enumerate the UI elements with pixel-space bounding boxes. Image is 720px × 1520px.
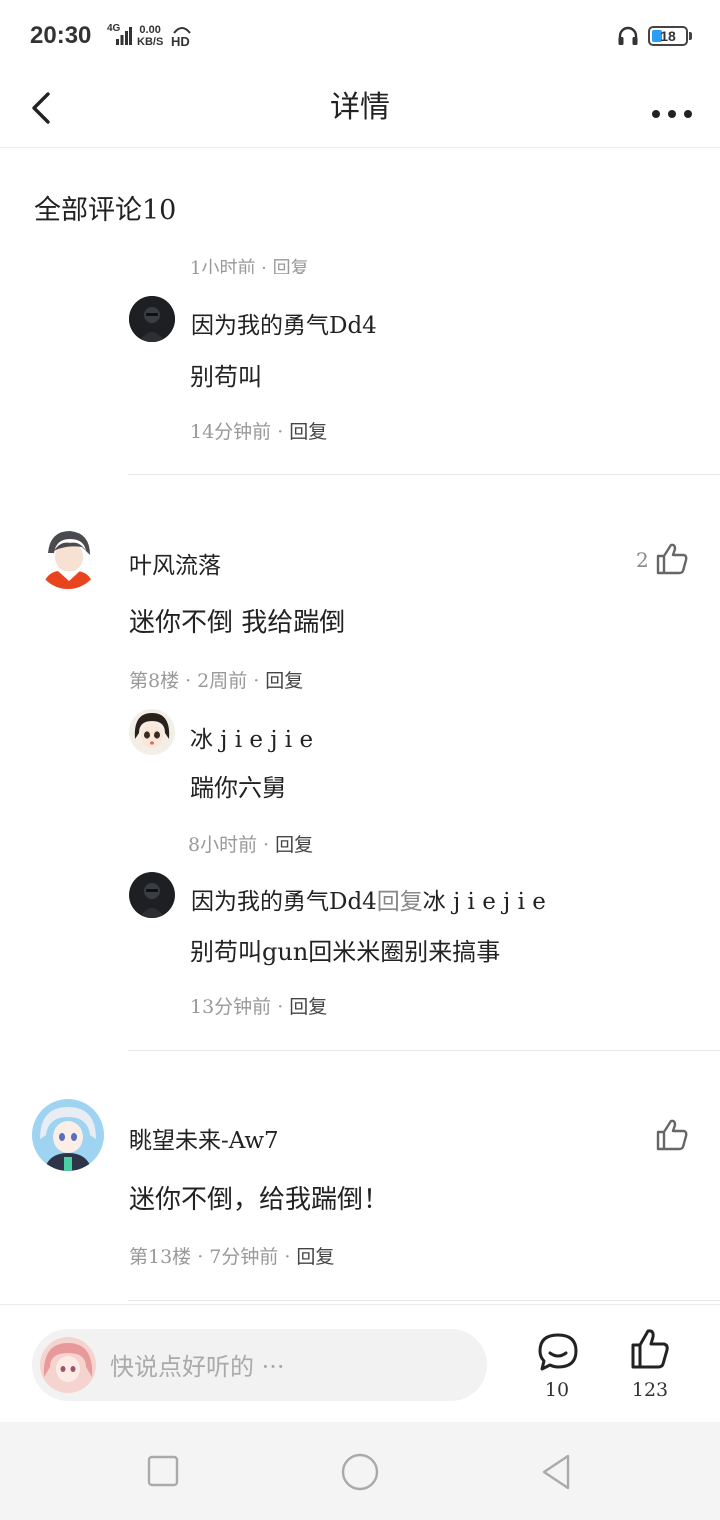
comment-content: 迷你不倒 我给踹倒 bbox=[129, 608, 346, 638]
reply-meta: 13分钟前 · 回复 bbox=[190, 996, 328, 1018]
reply-content: 别苟叫gun回米米圈别来搞事 bbox=[190, 938, 501, 966]
avatar[interactable] bbox=[36, 525, 100, 589]
comment-meta: 第13楼 · 7分钟前 · 回复 bbox=[129, 1246, 335, 1268]
reply-time: 13分钟前 bbox=[190, 996, 272, 1018]
reply-button[interactable]: 回复 bbox=[289, 421, 327, 443]
reply-author[interactable]: 因为我的勇气Dd4 bbox=[191, 889, 377, 915]
reply-meta: 14分钟前 · 回复 bbox=[190, 421, 328, 443]
reply-button[interactable]: 回复 bbox=[289, 996, 327, 1018]
battery-icon: 18 bbox=[648, 26, 688, 46]
network-speed: 0.00 KB/S bbox=[137, 24, 164, 48]
recent-apps-button[interactable] bbox=[146, 1454, 180, 1488]
page-title: 详情 bbox=[330, 90, 390, 125]
avatar[interactable] bbox=[129, 296, 175, 342]
reply-time: 14分钟前 bbox=[190, 421, 272, 443]
comment-input-bar: 快说点好听的 ··· 10 123 bbox=[0, 1304, 720, 1422]
home-button[interactable] bbox=[340, 1452, 380, 1492]
comment-input-placeholder: 快说点好听的 ··· bbox=[110, 1353, 285, 1381]
avatar[interactable] bbox=[129, 872, 175, 918]
more-options-button[interactable] bbox=[644, 86, 700, 130]
reply-author-name[interactable]: 冰 j i e j i e bbox=[190, 720, 313, 754]
back-button[interactable] bbox=[24, 80, 64, 136]
floor-number: 第8楼 bbox=[129, 670, 180, 692]
headset-icon bbox=[618, 26, 638, 45]
reply-button[interactable]: 回复 bbox=[296, 1246, 334, 1268]
circle-icon bbox=[341, 1453, 379, 1491]
comments-button[interactable] bbox=[536, 1331, 580, 1375]
comment-count: 10 bbox=[544, 1379, 570, 1401]
avatar[interactable] bbox=[32, 1099, 104, 1171]
status-bar: 20:30 4G 0.00 KB/S HD 18 bbox=[0, 0, 720, 72]
reply-button[interactable]: 回复 bbox=[265, 670, 303, 692]
reply-time: 8小时前 bbox=[188, 834, 258, 856]
system-navigation-bar bbox=[0, 1422, 720, 1520]
thumbs-up-icon bbox=[631, 1329, 669, 1369]
status-time: 20:30 bbox=[30, 22, 92, 49]
back-nav-button[interactable] bbox=[538, 1452, 574, 1492]
reply-target-name[interactable]: 冰 j i e j i e bbox=[423, 889, 546, 915]
more-dots-icon bbox=[652, 110, 692, 118]
chevron-left-icon bbox=[32, 92, 50, 124]
comment-input[interactable]: 快说点好听的 ··· bbox=[32, 1329, 487, 1401]
like-count: 2 bbox=[636, 548, 649, 572]
reply-content: 踹你六舅 bbox=[190, 774, 286, 802]
comment-author-name[interactable]: 眺望未来-Aw7 bbox=[129, 1121, 279, 1155]
comment-bubble-icon bbox=[538, 1333, 578, 1371]
reply-meta: 8小时前 · 回复 bbox=[188, 834, 314, 856]
comment-divider bbox=[128, 474, 720, 475]
reply-to-label: 回复 bbox=[376, 889, 423, 915]
reply-author-name: 因为我的勇气Dd4回复冰 j i e j i e bbox=[191, 882, 546, 916]
thumbs-up-icon bbox=[656, 543, 688, 575]
floor-number: 第13楼 bbox=[129, 1246, 192, 1268]
reply-content: 别苟叫 bbox=[190, 363, 262, 391]
avatar[interactable] bbox=[129, 709, 175, 755]
like-post-button[interactable] bbox=[629, 1327, 671, 1371]
triangle-back-icon bbox=[542, 1454, 570, 1490]
square-icon bbox=[147, 1455, 179, 1487]
like-button[interactable] bbox=[654, 1117, 690, 1153]
thumbs-up-icon bbox=[656, 1119, 688, 1151]
battery-level: 18 bbox=[660, 28, 676, 44]
hd-icon: HD bbox=[171, 24, 193, 49]
comment-author-name[interactable]: 叶风流落 bbox=[129, 546, 221, 580]
all-comments-title: 全部评论10 bbox=[34, 195, 177, 226]
reply-author-name[interactable]: 因为我的勇气Dd4 bbox=[191, 306, 377, 340]
comment-meta: 第8楼 · 2周前 · 回复 bbox=[129, 670, 304, 692]
comment-content: 迷你不倒，给我踹倒！ bbox=[129, 1185, 390, 1215]
reply-button[interactable]: 回复 bbox=[275, 834, 313, 856]
like-count-total: 123 bbox=[631, 1379, 669, 1401]
top-navigation-bar: 详情 bbox=[0, 72, 720, 148]
like-button[interactable] bbox=[654, 541, 690, 577]
comment-time: 7分钟前 bbox=[209, 1246, 279, 1268]
battery-tip bbox=[689, 32, 692, 40]
comment-divider bbox=[128, 1300, 720, 1301]
comment-divider bbox=[128, 1050, 720, 1051]
my-avatar bbox=[40, 1337, 96, 1393]
signal-icon bbox=[116, 27, 132, 45]
partial-reply-meta: 1小时前 · 回复 bbox=[190, 258, 309, 274]
comment-time: 2周前 bbox=[197, 670, 248, 692]
